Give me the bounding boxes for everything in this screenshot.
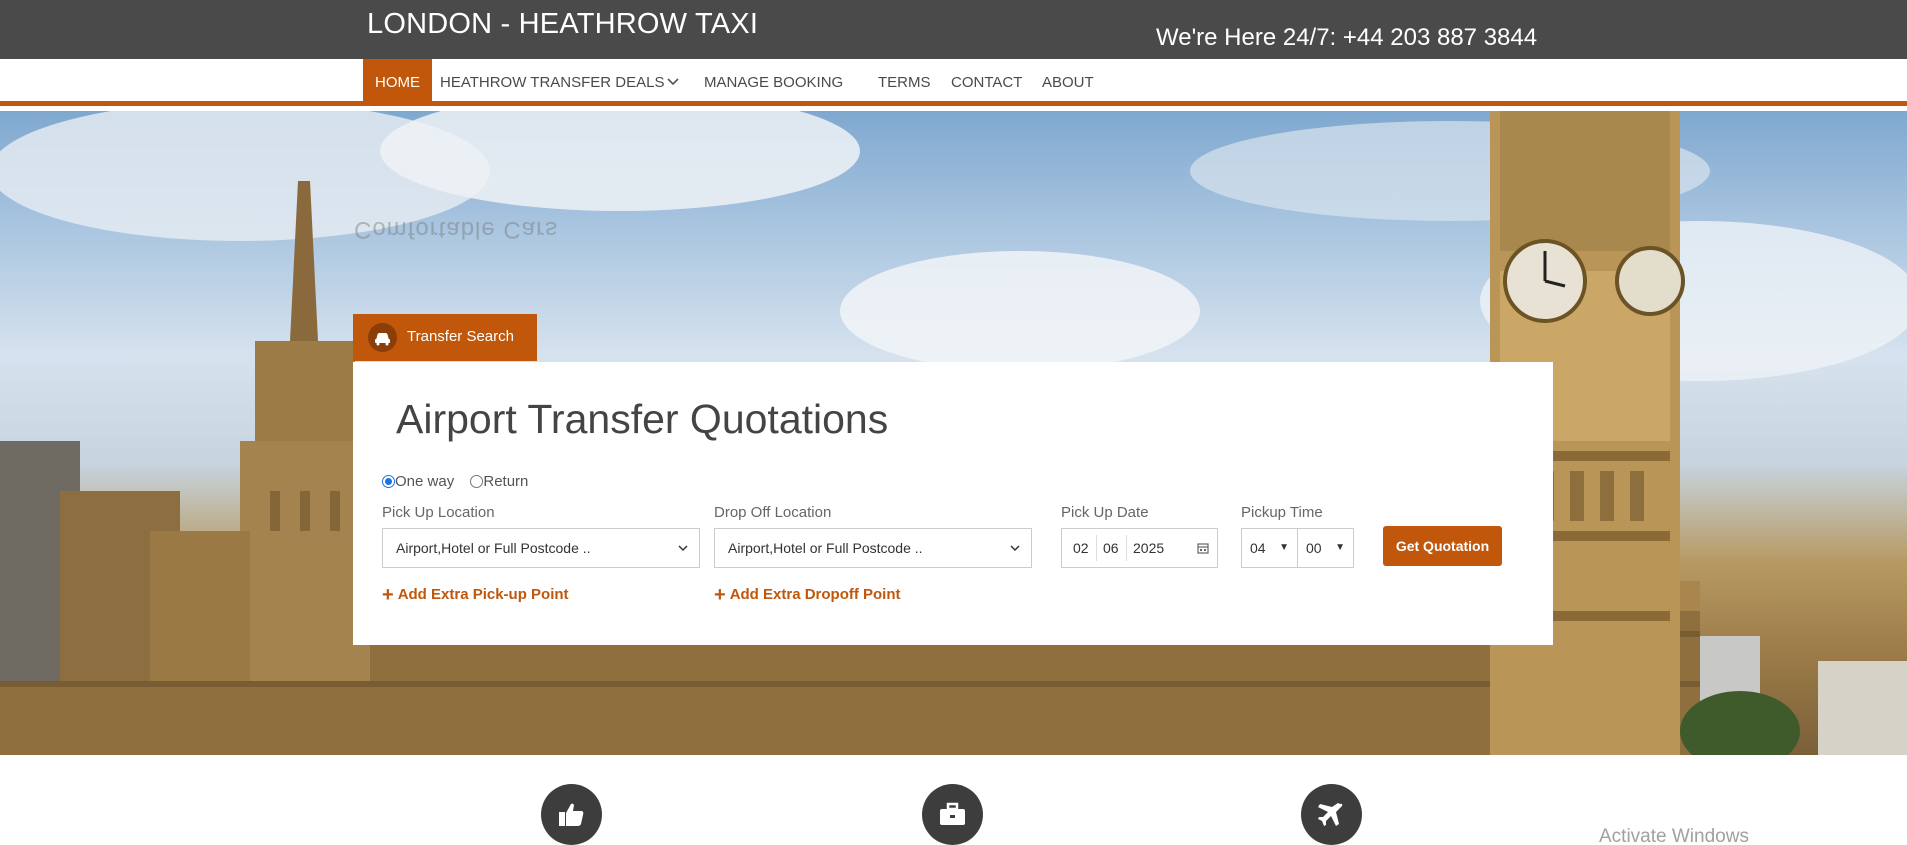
date-month[interactable]: 06 — [1103, 529, 1119, 567]
add-pickup-link[interactable]: + Add Extra Pick-up Point — [382, 584, 569, 607]
pickup-time-label: Pickup Time — [1241, 504, 1323, 521]
dropoff-label: Drop Off Location — [714, 504, 832, 521]
tab-transfer-search-label: Transfer Search — [407, 328, 514, 345]
add-dropoff-link[interactable]: + Add Extra Dropoff Point — [714, 584, 901, 607]
radio-one-way-label[interactable]: One way — [395, 473, 454, 490]
plus-icon: + — [382, 584, 394, 606]
car-icon — [368, 323, 397, 352]
hour-select[interactable]: 04 ▼ — [1241, 528, 1298, 568]
pickup-date-label: Pick Up Date — [1061, 504, 1149, 521]
date-day[interactable]: 02 — [1073, 529, 1089, 567]
add-pickup-label: Add Extra Pick-up Point — [397, 586, 569, 603]
briefcase-icon — [922, 784, 983, 845]
nav-about[interactable]: ABOUT — [1042, 59, 1094, 106]
radio-return[interactable] — [470, 475, 484, 488]
date-separator — [1096, 535, 1097, 561]
plane-icon — [1301, 784, 1362, 845]
phone-number[interactable]: We're Here 24/7: +44 203 887 3844 — [1156, 24, 1537, 52]
site-brand[interactable]: LONDON - HEATHROW TAXI — [367, 8, 758, 41]
nav-terms[interactable]: TERMS — [878, 59, 931, 106]
chevron-down-icon[interactable] — [665, 73, 681, 89]
main-nav: HOME HEATHROW TRANSFER DEALS MANAGE BOOK… — [0, 59, 1907, 106]
plus-icon: + — [714, 584, 726, 606]
nav-manage-booking[interactable]: MANAGE BOOKING — [704, 59, 843, 106]
hero-watermark-text: Comfortable Cars — [354, 216, 559, 243]
date-separator — [1126, 535, 1127, 561]
pickup-label: Pick Up Location — [382, 504, 495, 521]
form-title: Airport Transfer Quotations — [396, 396, 889, 442]
radio-return-label[interactable]: Return — [483, 473, 528, 490]
chevron-down-icon — [678, 545, 688, 552]
chevron-down-icon — [1010, 545, 1020, 552]
pickup-select[interactable]: Airport,Hotel or Full Postcode .. — [382, 528, 700, 568]
add-dropoff-label: Add Extra Dropoff Point — [729, 586, 901, 603]
pickup-date-input[interactable]: 02 06 2025 — [1061, 528, 1218, 568]
radio-one-way[interactable] — [382, 475, 395, 488]
nav-home[interactable]: HOME — [363, 59, 432, 106]
dropdown-triangle-icon: ▼ — [1279, 542, 1289, 553]
hour-value: 04 — [1250, 540, 1266, 556]
trip-type-group: One way Return — [382, 473, 528, 490]
date-year[interactable]: 2025 — [1133, 529, 1164, 567]
tab-transfer-search[interactable]: Transfer Search — [353, 314, 537, 361]
calendar-icon[interactable] — [1197, 542, 1209, 554]
dropdown-triangle-icon: ▼ — [1335, 542, 1345, 553]
nav-transfer-deals[interactable]: HEATHROW TRANSFER DEALS — [440, 59, 664, 106]
nav-contact[interactable]: CONTACT — [951, 59, 1022, 106]
quotation-form: Airport Transfer Quotations One way Retu… — [353, 362, 1553, 645]
thumbs-up-icon — [541, 784, 602, 845]
activate-windows-watermark: Activate Windows — [1599, 826, 1749, 845]
dropoff-value: Airport,Hotel or Full Postcode .. — [728, 540, 923, 556]
dropoff-select[interactable]: Airport,Hotel or Full Postcode .. — [714, 528, 1032, 568]
minute-value: 00 — [1306, 540, 1322, 556]
pickup-value: Airport,Hotel or Full Postcode .. — [396, 540, 591, 556]
minute-select[interactable]: 00 ▼ — [1297, 528, 1354, 568]
top-bar: LONDON - HEATHROW TAXI We're Here 24/7: … — [0, 0, 1907, 59]
get-quotation-button[interactable]: Get Quotation — [1383, 526, 1502, 566]
